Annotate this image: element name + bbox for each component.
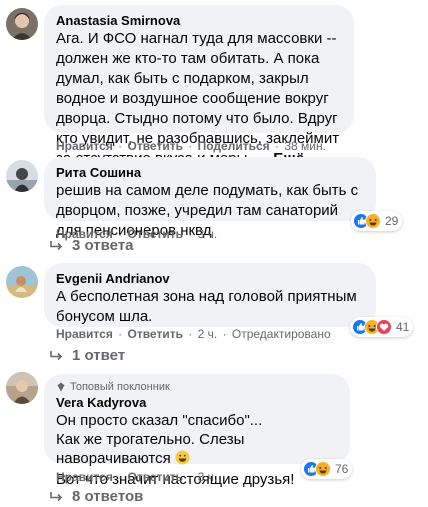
top-fan-badge: Топовый поклонник: [56, 380, 338, 394]
reply-arrow-icon: [50, 240, 63, 250]
reply-button[interactable]: Ответить: [128, 139, 183, 153]
replies-count: 1 ответ: [72, 347, 126, 364]
comment-bubble: Рита Сошина решив на самом деле подумать…: [44, 157, 376, 239]
reply-button[interactable]: Ответить: [128, 327, 183, 341]
reaction-summary[interactable]: 29: [351, 211, 403, 231]
replies-count: 8 ответов: [72, 488, 144, 505]
avatar[interactable]: [6, 8, 38, 40]
comment-author[interactable]: Anastasia Smirnova: [56, 13, 342, 29]
reply-button[interactable]: Ответить: [128, 470, 183, 484]
comment-bubble: Топовый поклонник Vera Kadyrova Он прост…: [44, 374, 350, 488]
comment-text: А бесполетная зона над головой приятным …: [56, 288, 357, 325]
top-fan-badge-label: Топовый поклонник: [70, 381, 170, 393]
view-replies-button[interactable]: 3 ответа: [50, 237, 134, 254]
comment-line: Как же трогательно. Слезы наворачиваются: [56, 430, 338, 470]
grinning-emoji-icon: [175, 450, 190, 470]
comment-time[interactable]: 2 ч.: [198, 327, 218, 341]
comment-time[interactable]: 3 ч.: [198, 470, 218, 484]
comment-bubble: Anastasia Smirnova Ага. И ФСО нагнал туд…: [44, 5, 354, 167]
share-button[interactable]: Поделиться: [198, 139, 270, 153]
reaction-count: 29: [385, 214, 399, 228]
love-reaction-icon: [376, 319, 392, 335]
comment-bubble: Evgenii Andrianov А бесполетная зона над…: [44, 263, 376, 327]
reply-button[interactable]: Ответить: [128, 227, 183, 241]
like-button[interactable]: Нравится: [56, 139, 113, 153]
reply-arrow-icon: [50, 491, 63, 501]
haha-reaction-icon: [365, 213, 381, 229]
reaction-summary[interactable]: 41: [350, 317, 414, 337]
avatar[interactable]: [6, 160, 38, 192]
view-replies-button[interactable]: 1 ответ: [50, 347, 125, 364]
comment-actions: Нравится · Ответить · 2 ч. · Отредактиро…: [56, 327, 331, 341]
like-button[interactable]: Нравится: [56, 327, 113, 341]
comment-line: Он просто сказал "спасибо"...: [56, 412, 263, 429]
reply-arrow-icon: [50, 350, 63, 360]
comment-author[interactable]: Vera Kadyrova: [56, 395, 338, 411]
avatar[interactable]: [6, 266, 38, 298]
avatar[interactable]: [6, 372, 38, 404]
reaction-count: 41: [396, 320, 410, 334]
view-replies-button[interactable]: 8 ответов: [50, 488, 143, 505]
reaction-summary[interactable]: 76: [301, 459, 353, 479]
comment-author[interactable]: Рита Сошина: [56, 165, 364, 181]
haha-reaction-icon: [315, 461, 331, 477]
edited-label[interactable]: Отредактировано: [232, 327, 331, 341]
comment-author[interactable]: Evgenii Andrianov: [56, 271, 364, 287]
comment-time[interactable]: 3 ч.: [198, 227, 218, 241]
comment-time[interactable]: 38 мин.: [284, 139, 326, 153]
replies-count: 3 ответа: [72, 237, 134, 254]
reaction-count: 76: [335, 462, 349, 476]
top-fan-badge-icon: [57, 382, 65, 392]
comment-actions: Нравится · Ответить · 3 ч.: [56, 470, 218, 484]
comment-actions: Нравится · Ответить · Поделиться · 38 ми…: [56, 139, 326, 153]
like-button[interactable]: Нравится: [56, 470, 113, 484]
